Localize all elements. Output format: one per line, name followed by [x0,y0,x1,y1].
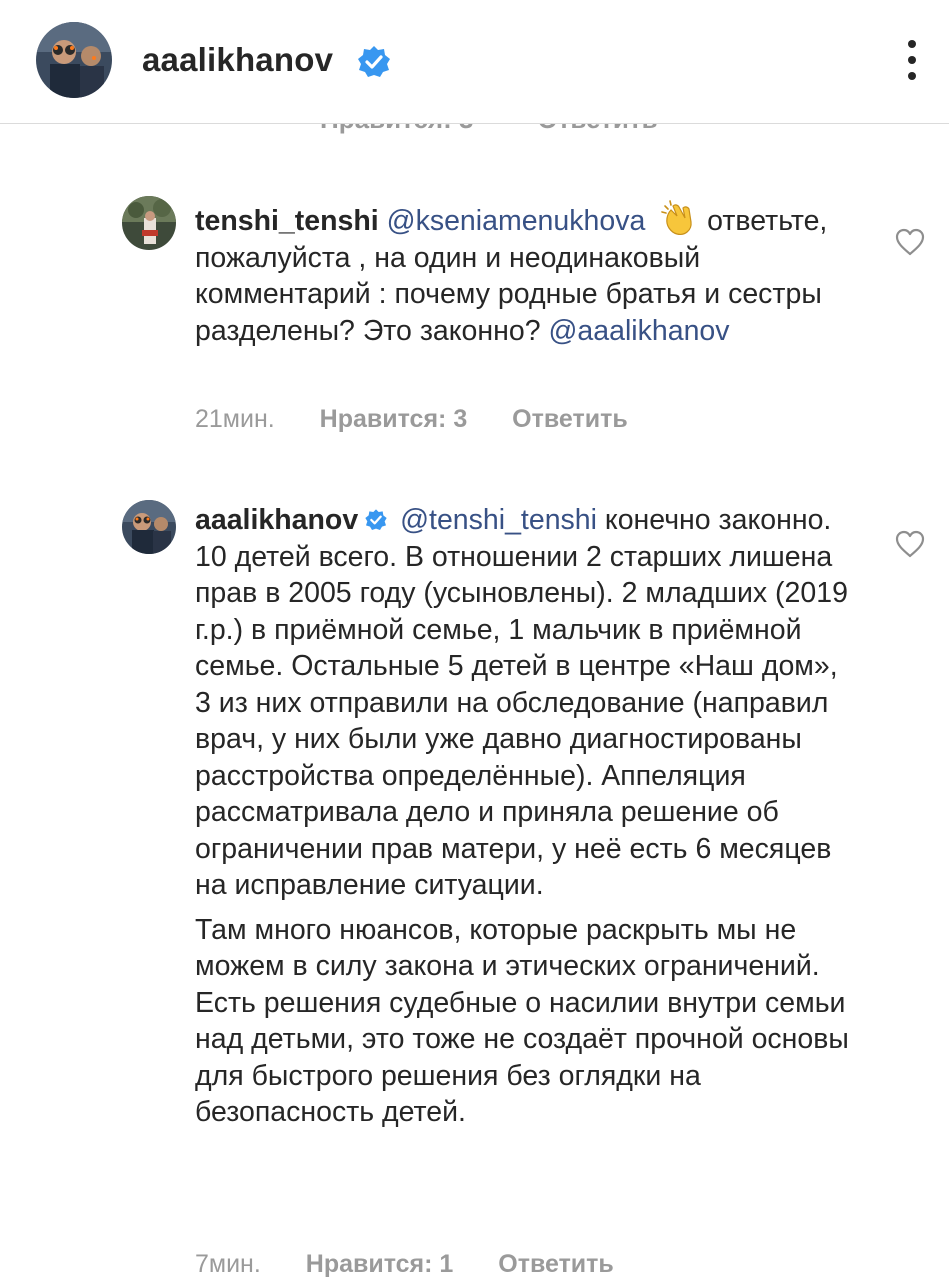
like-heart-icon[interactable] [894,227,926,257]
comment-meta: 21мин. Нравится: 3 Ответить [195,405,628,434]
profile-username[interactable]: aaalikhanov [142,40,333,80]
clapping-hands-emoji [659,198,699,238]
comment-mention[interactable]: @tenshi_tenshi [400,504,597,536]
comment-meta: 7мин. Нравится: 1 Ответить [195,1250,614,1279]
comment-body-2: Там много нюансов, которые раскрыть мы н… [195,913,849,1129]
comment-text: aaalikhanov @tenshi_tenshi конечно закон… [195,502,855,1139]
comment-mention[interactable]: @kseniamenukhova [387,205,646,237]
commenter-avatar[interactable] [122,500,176,554]
comment-text: tenshi_tenshi @kseniamenukhova ответьте,… [195,198,855,349]
profile-header: aaalikhanov [0,0,949,124]
comment-time: 7мин. [195,1250,261,1278]
reply-button[interactable]: Ответить [498,1250,614,1278]
comment-body-1: конечно законно. 10 детей всего. В отнош… [195,504,848,901]
reply-button[interactable]: Ответить [512,405,628,433]
verified-badge-icon [356,44,392,80]
profile-avatar[interactable] [36,22,112,98]
comment-likes[interactable]: Нравится: 1 [306,1250,454,1278]
commenter-avatar[interactable] [122,196,176,250]
like-heart-icon[interactable] [894,529,926,559]
comment-time: 21мин. [195,405,275,433]
comment-end-mention[interactable]: @aaalikhanov [548,315,729,347]
more-options-icon[interactable] [900,40,924,86]
comment-username[interactable]: tenshi_tenshi [195,205,379,237]
comment-username[interactable]: aaalikhanov [195,504,358,536]
verified-badge-icon [364,505,388,530]
comment-likes[interactable]: Нравится: 3 [320,405,468,433]
